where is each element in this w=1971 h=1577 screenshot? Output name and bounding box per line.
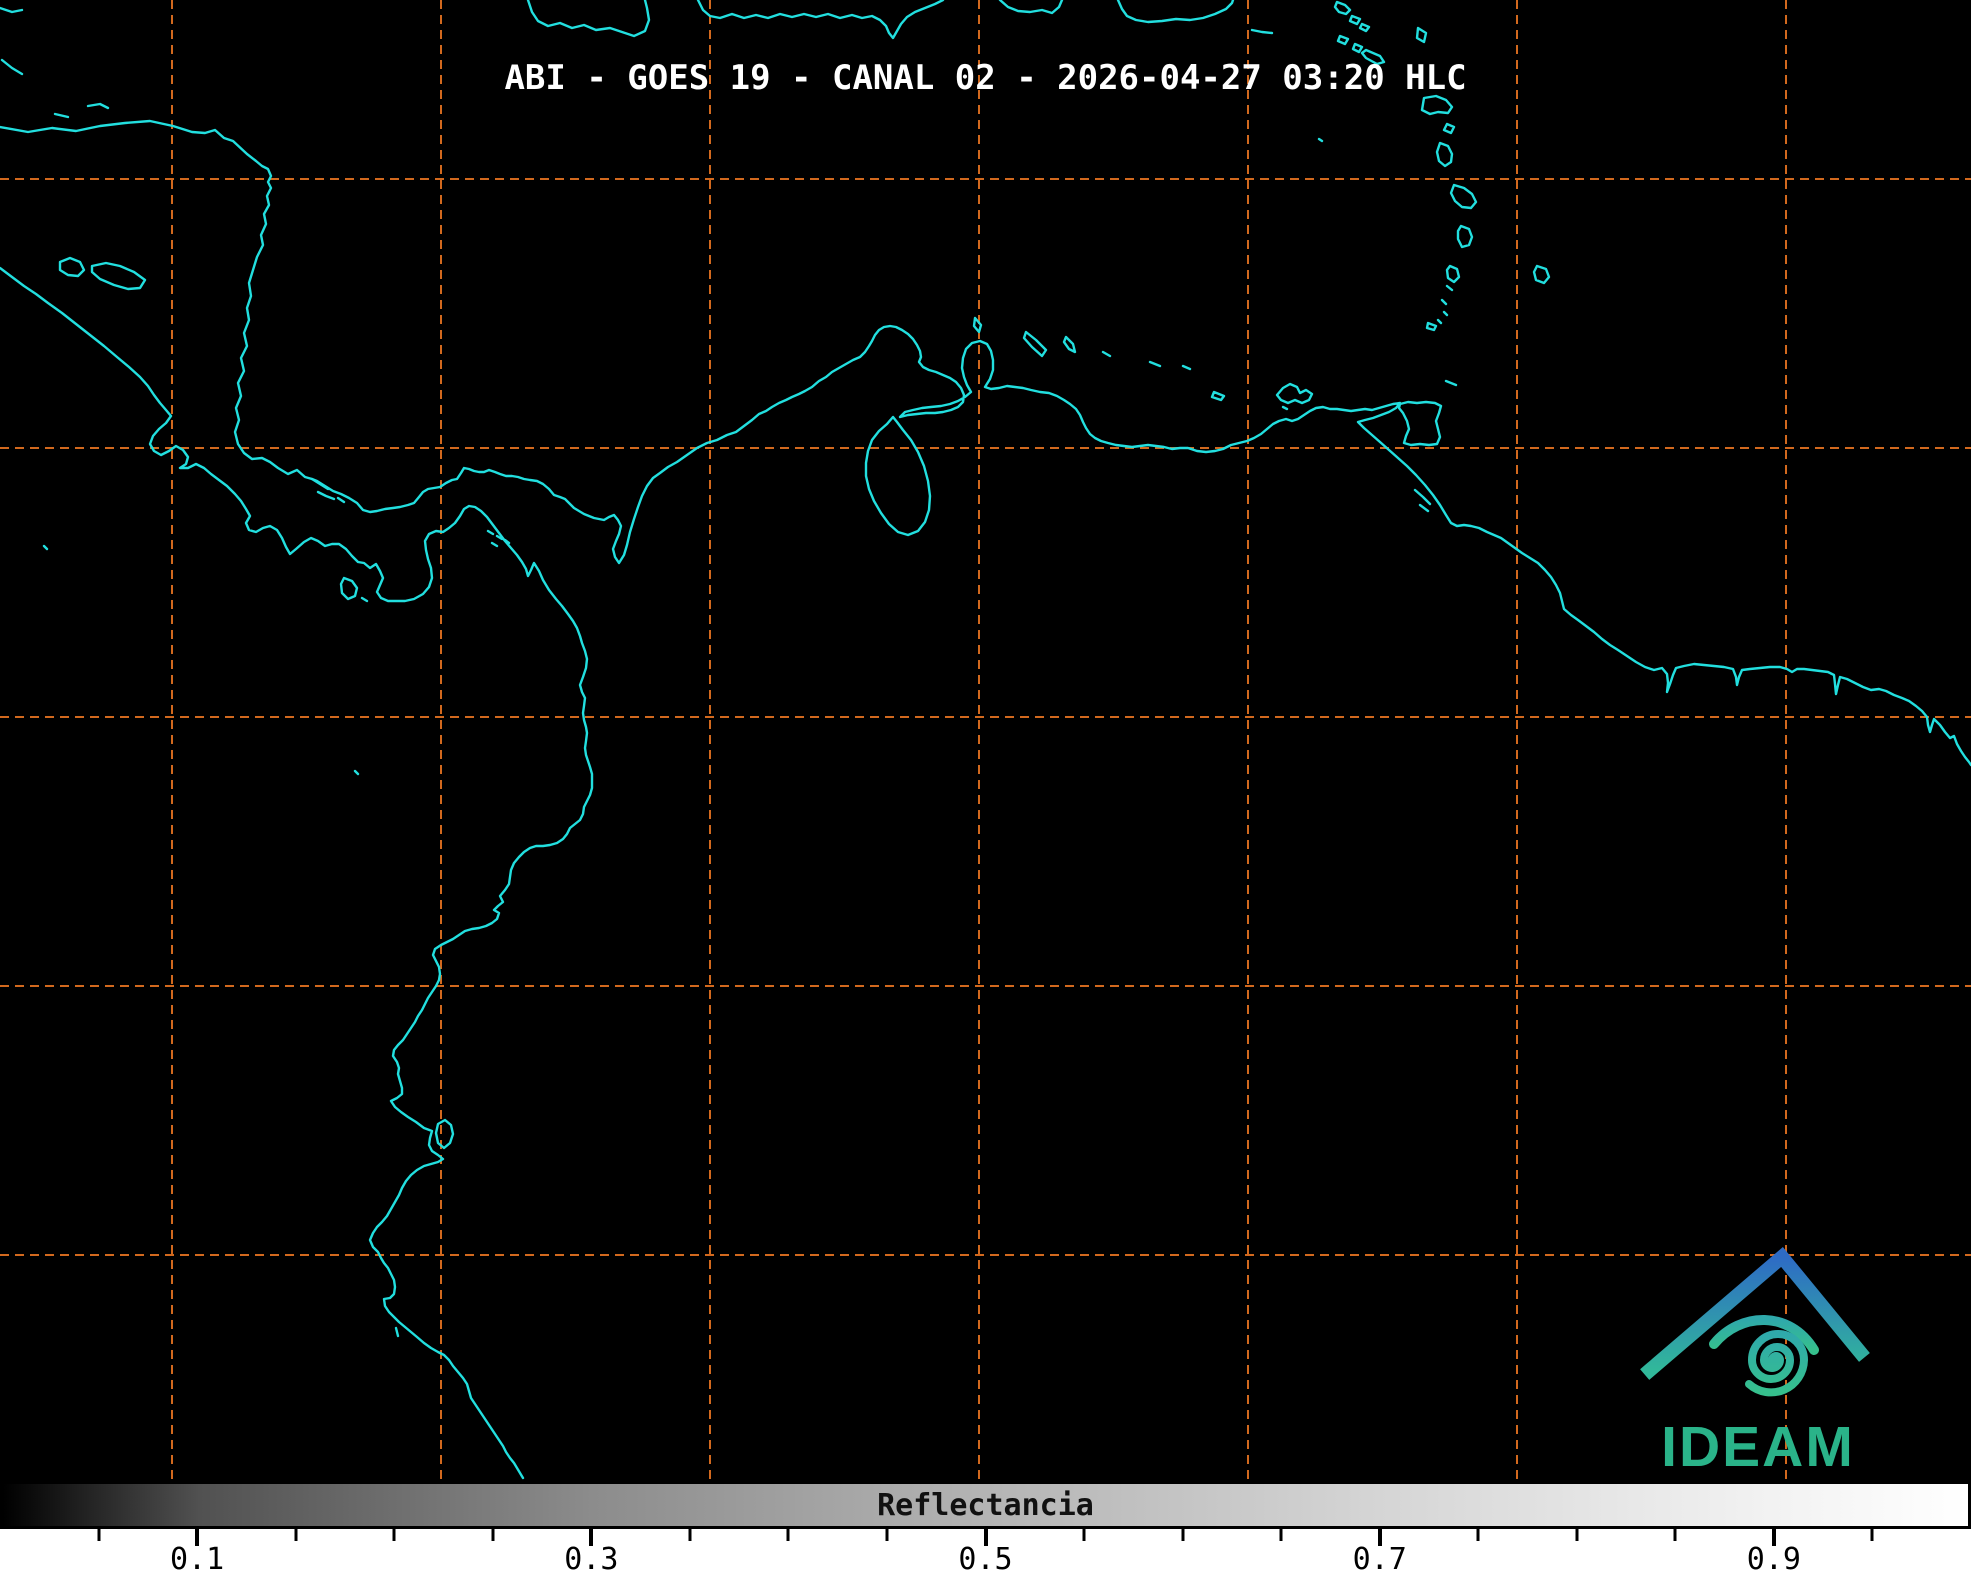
colorbar-minor-tick xyxy=(491,1529,494,1541)
colorbar-minor-tick xyxy=(294,1529,297,1541)
colorbar-minor-tick xyxy=(1871,1529,1874,1541)
colorbar-tick-label: 0.1 xyxy=(170,1542,224,1577)
colorbar-minor-tick xyxy=(1674,1529,1677,1541)
colorbar-minor-tick xyxy=(393,1529,396,1541)
colorbar-minor-tick xyxy=(1280,1529,1283,1541)
colorbar-tick-label: 0.5 xyxy=(958,1542,1012,1577)
colorbar-tick-label: 0.3 xyxy=(564,1542,618,1577)
satellite-image-viewport: IDEAM ABI - GOES 19 - CANAL 02 - 2026-04… xyxy=(0,0,1971,1577)
colorbar-tick-label: 0.9 xyxy=(1747,1542,1801,1577)
colorbar-minor-tick xyxy=(1181,1529,1184,1541)
colorbar-minor-tick xyxy=(885,1529,888,1541)
satellite-map: IDEAM xyxy=(0,0,1971,1481)
colorbar-tick-label: 0.7 xyxy=(1353,1542,1407,1577)
colorbar-gradient: Reflectancia xyxy=(0,1481,1971,1529)
colorbar-minor-tick xyxy=(688,1529,691,1541)
image-title: ABI - GOES 19 - CANAL 02 - 2026-04-27 03… xyxy=(504,58,1466,98)
colorbar-minor-tick xyxy=(787,1529,790,1541)
colorbar-minor-tick xyxy=(1083,1529,1086,1541)
colorbar-minor-tick xyxy=(1575,1529,1578,1541)
colorbar-axis: 0.1 0.3 0.5 0.7 0.9 xyxy=(0,1529,1971,1577)
colorbar-label: Reflectancia xyxy=(877,1488,1094,1523)
colorbar-minor-tick xyxy=(1477,1529,1480,1541)
colorbar-minor-tick xyxy=(97,1529,100,1541)
logo-wordmark: IDEAM xyxy=(1661,1415,1855,1479)
satellite-image-background xyxy=(0,0,1971,1481)
